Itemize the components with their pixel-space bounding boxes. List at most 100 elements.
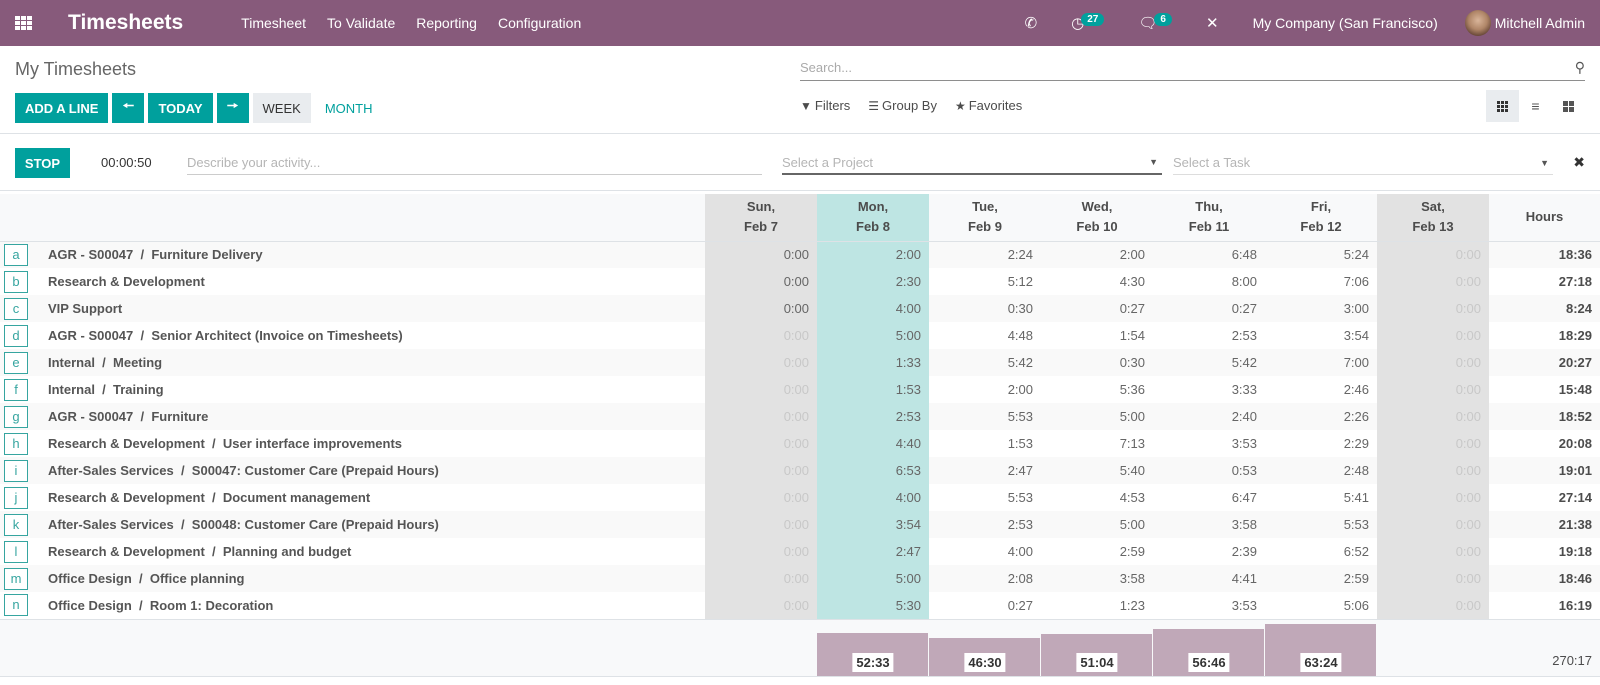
time-cell[interactable]: 3:58 [1153,511,1265,538]
time-cell[interactable]: 6:47 [1153,484,1265,511]
time-cell[interactable]: 0:00 [1377,403,1489,430]
time-cell[interactable]: 5:42 [929,349,1041,376]
time-cell[interactable]: 1:23 [1041,592,1153,619]
time-cell[interactable]: 4:40 [817,430,929,457]
add-line-button[interactable]: ADD A LINE [15,93,109,123]
row-shortcut-key[interactable]: e [4,351,28,374]
time-cell[interactable]: 0:00 [1377,322,1489,349]
row-shortcut-key[interactable]: n [4,594,28,617]
time-cell[interactable]: 0:00 [705,565,817,592]
time-cell[interactable]: 5:00 [817,322,929,349]
time-cell[interactable]: 4:53 [1041,484,1153,511]
time-cell[interactable]: 0:00 [705,295,817,322]
group-by-dropdown[interactable]: ☰ Group By [868,98,937,113]
time-cell[interactable]: 0:00 [705,511,817,538]
row-shortcut-key[interactable]: j [4,486,28,509]
time-cell[interactable]: 5:00 [817,565,929,592]
time-cell[interactable]: 5:53 [929,403,1041,430]
time-cell[interactable]: 0:53 [1153,457,1265,484]
time-cell[interactable]: 1:53 [929,430,1041,457]
row-shortcut-key[interactable]: a [4,243,28,266]
time-cell[interactable]: 7:13 [1041,430,1153,457]
time-cell[interactable]: 6:48 [1153,241,1265,268]
time-cell[interactable]: 4:00 [817,484,929,511]
time-cell[interactable]: 6:52 [1265,538,1377,565]
time-cell[interactable]: 0:00 [1377,538,1489,565]
kanban-view-button[interactable] [1552,90,1585,122]
row-shortcut-key[interactable]: k [4,513,28,536]
time-cell[interactable]: 2:53 [817,403,929,430]
time-cell[interactable]: 3:58 [1041,565,1153,592]
time-cell[interactable]: 0:00 [705,241,817,268]
next-week-button[interactable]: 🠖 [216,93,249,123]
time-cell[interactable]: 0:00 [705,430,817,457]
time-cell[interactable]: 5:24 [1265,241,1377,268]
time-cell[interactable]: 5:42 [1153,349,1265,376]
time-cell[interactable]: 4:48 [929,322,1041,349]
user-avatar[interactable] [1464,10,1491,36]
grid-view-button[interactable] [1486,90,1519,122]
time-cell[interactable]: 0:27 [1041,295,1153,322]
time-cell[interactable]: 3:54 [1265,322,1377,349]
time-cell[interactable]: 0:30 [1041,349,1153,376]
time-cell[interactable]: 0:30 [929,295,1041,322]
time-cell[interactable]: 0:00 [1377,565,1489,592]
time-cell[interactable]: 4:30 [1041,268,1153,295]
time-cell[interactable]: 2:26 [1265,403,1377,430]
filters-dropdown[interactable]: ▼ Filters [800,98,850,113]
time-cell[interactable]: 5:53 [1265,511,1377,538]
time-cell[interactable]: 0:27 [1153,295,1265,322]
time-cell[interactable]: 0:00 [705,268,817,295]
list-view-button[interactable]: ≡ [1519,90,1552,122]
time-cell[interactable]: 5:12 [929,268,1041,295]
row-shortcut-key[interactable]: c [4,297,28,320]
company-switcher[interactable]: My Company (San Francisco) [1253,15,1438,31]
month-range-button[interactable]: MONTH [315,93,383,123]
discard-timer-icon[interactable]: ✖ [1573,154,1585,171]
time-cell[interactable]: 2:24 [929,241,1041,268]
time-cell[interactable]: 2:40 [1153,403,1265,430]
menu-to-validate[interactable]: To Validate [327,15,395,31]
time-cell[interactable]: 3:00 [1265,295,1377,322]
time-cell[interactable]: 0:00 [1377,511,1489,538]
time-cell[interactable]: 5:41 [1265,484,1377,511]
time-cell[interactable]: 4:41 [1153,565,1265,592]
time-cell[interactable]: 1:54 [1041,322,1153,349]
time-cell[interactable]: 0:00 [1377,349,1489,376]
time-cell[interactable]: 3:33 [1153,376,1265,403]
time-cell[interactable]: 4:00 [929,538,1041,565]
time-cell[interactable]: 3:53 [1153,592,1265,619]
time-cell[interactable]: 2:53 [1153,322,1265,349]
time-cell[interactable]: 2:30 [817,268,929,295]
time-cell[interactable]: 0:00 [1377,295,1489,322]
time-cell[interactable]: 0:00 [705,403,817,430]
time-cell[interactable]: 0:00 [705,484,817,511]
time-cell[interactable]: 2:48 [1265,457,1377,484]
menu-timesheet[interactable]: Timesheet [241,15,306,31]
tools-icon[interactable]: ✕ [1206,14,1219,32]
time-cell[interactable]: 5:00 [1041,403,1153,430]
menu-reporting[interactable]: Reporting [416,15,477,31]
previous-week-button[interactable]: 🠔 [112,93,145,123]
stop-timer-button[interactable]: STOP [15,148,70,178]
row-shortcut-key[interactable]: l [4,540,28,563]
row-shortcut-key[interactable]: i [4,459,28,482]
time-cell[interactable]: 2:39 [1153,538,1265,565]
time-cell[interactable]: 0:00 [1377,484,1489,511]
time-cell[interactable]: 6:53 [817,457,929,484]
time-cell[interactable]: 5:00 [1041,511,1153,538]
time-cell[interactable]: 8:00 [1153,268,1265,295]
time-cell[interactable]: 0:00 [705,457,817,484]
search-input[interactable] [800,60,1520,75]
time-cell[interactable]: 0:00 [1377,457,1489,484]
time-cell[interactable]: 0:27 [929,592,1041,619]
time-cell[interactable]: 0:00 [705,322,817,349]
time-cell[interactable]: 5:06 [1265,592,1377,619]
row-shortcut-key[interactable]: d [4,324,28,347]
time-cell[interactable]: 2:00 [1041,241,1153,268]
row-shortcut-key[interactable]: m [4,567,28,590]
time-cell[interactable]: 0:00 [1377,430,1489,457]
search-icon[interactable]: ⚲ [1575,59,1585,76]
time-cell[interactable]: 3:54 [817,511,929,538]
time-cell[interactable]: 5:30 [817,592,929,619]
